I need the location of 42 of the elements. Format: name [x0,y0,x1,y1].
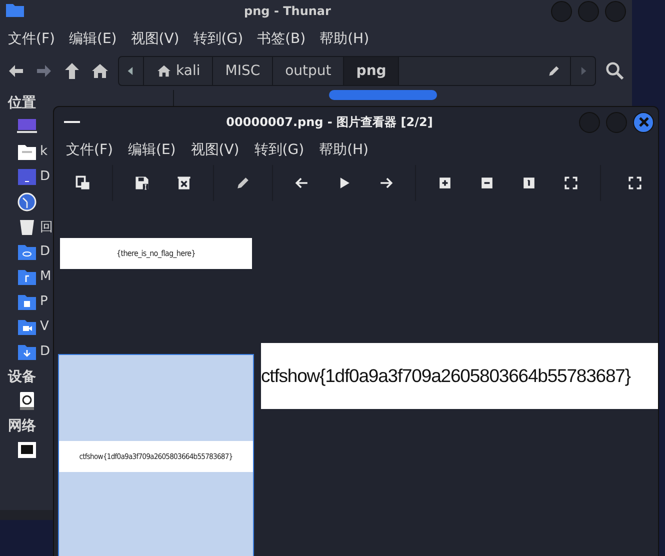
save-icon[interactable] [133,174,151,192]
menu-item[interactable]: 帮助(H) [320,30,370,48]
sidebar-item[interactable]: P [8,289,48,314]
section-heading: 设备 [8,368,37,386]
search-icon[interactable] [604,60,626,82]
menu-item[interactable]: 文件(F) [8,30,55,48]
sidebar-item[interactable]: D [8,239,50,264]
sidebar-item[interactable]: M [8,264,52,289]
window-title: 00000007.png - 图片查看器 [2/2] [225,114,434,130]
sidebar-item[interactable]: D [8,164,50,189]
network-icon [17,440,37,460]
folder-icon [6,2,24,16]
delete-icon[interactable] [175,174,193,192]
sidebar-item[interactable]: k [8,139,48,164]
home-icon [156,63,172,79]
menu-item[interactable]: 转到(G) [193,30,244,48]
desktop-icon [17,166,37,186]
menu-item[interactable]: 视图(V) [190,141,240,159]
section-heading: 网络 [8,417,37,435]
menu-item[interactable]: 编辑(E) [68,30,117,48]
fullscreen-icon[interactable] [626,174,644,192]
menu-item[interactable]: 编辑(E) [128,141,176,159]
close-button[interactable] [633,112,654,132]
menu-item[interactable]: 转到(G) [254,141,304,159]
section-heading: 位置 [8,94,37,112]
menu-item[interactable]: 视图(V) [130,30,180,48]
window-title: png - Thunar [243,4,332,18]
path-button[interactable]: kali [144,57,214,85]
path-button[interactable]: png [344,57,400,85]
sidebar-item[interactable]: 回 [8,214,53,239]
image-text: ctfshow{1df0a9a3f709a2605803664b55783687} [261,343,658,409]
drive-icon [17,390,37,410]
sidebar-item[interactable]: D [8,339,50,364]
fit-icon[interactable] [562,174,580,192]
menu-item[interactable]: 帮助(H) [319,141,369,159]
menu-item[interactable]: 书签(B) [257,30,306,48]
copy-icon[interactable] [74,174,92,192]
menu-item[interactable]: 文件(F) [66,141,113,159]
sidebar-item[interactable]: V [8,314,49,339]
clock-icon [17,192,37,212]
home-icon[interactable] [90,61,110,81]
path-button[interactable]: MISC [213,57,274,85]
